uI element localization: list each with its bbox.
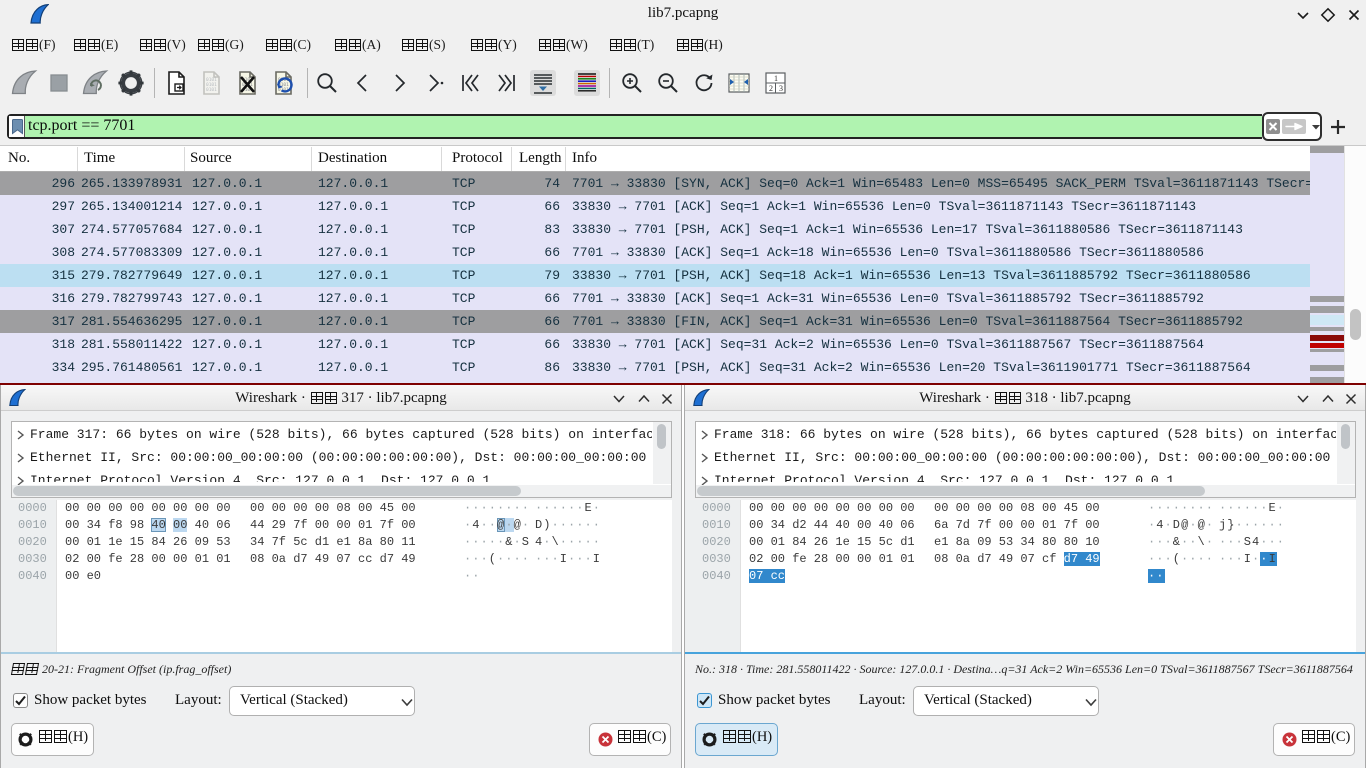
svg-text:3: 3 xyxy=(779,84,783,93)
svg-text:1: 1 xyxy=(774,74,778,83)
svg-text:0101: 0101 xyxy=(206,87,217,93)
svg-text:2: 2 xyxy=(769,84,773,93)
